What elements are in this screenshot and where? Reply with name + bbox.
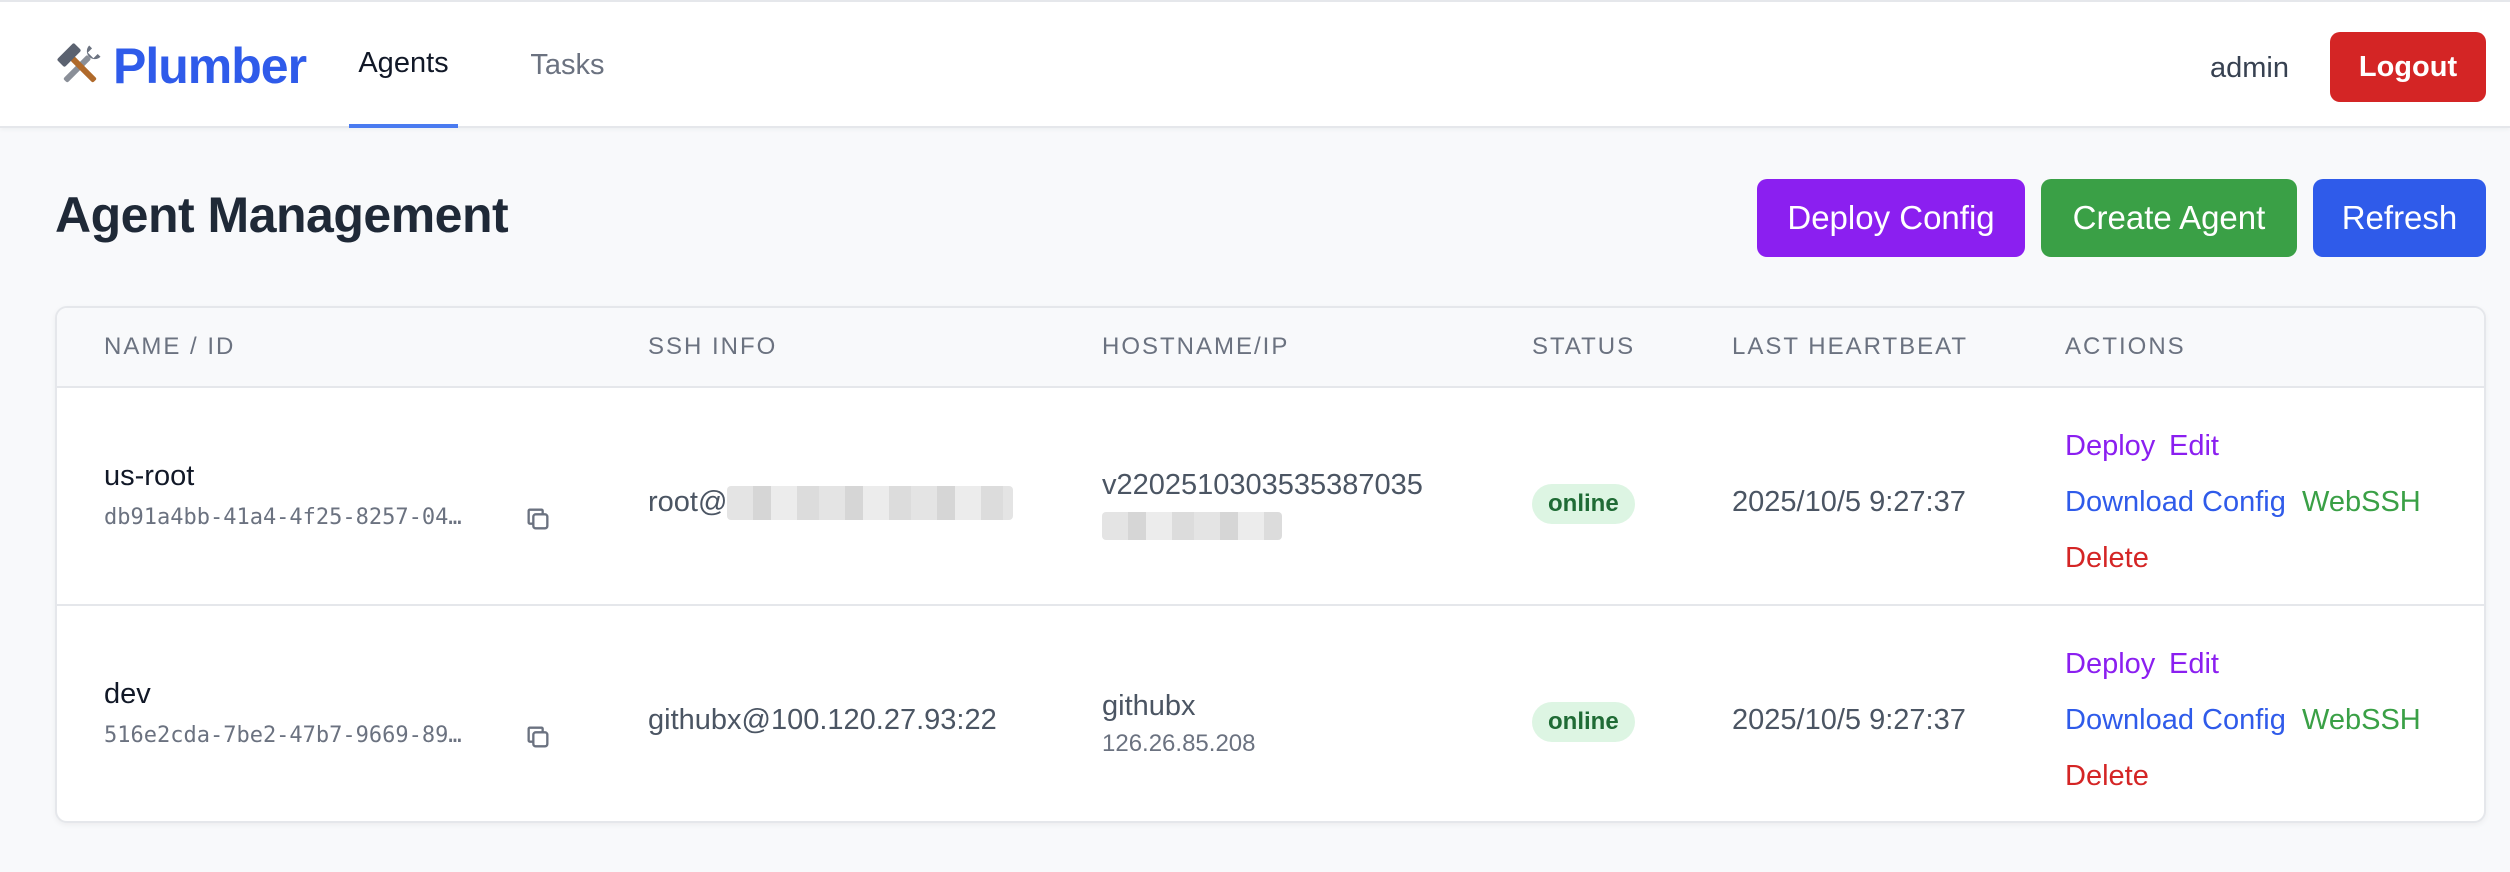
last-heartbeat: 2025/10/5 9:27:37 <box>1732 704 1966 736</box>
top-navbar: Plumber Agents Tasks admin Logout <box>0 0 2510 128</box>
redacted-host-mask <box>727 486 1014 521</box>
ssh-user: root@ <box>648 486 728 518</box>
username-label: admin <box>2210 52 2289 84</box>
ssh-info: githubx@100.120.27.93:22 <box>648 704 997 736</box>
download-config-link[interactable]: Download Config <box>2065 704 2286 737</box>
copy-icon[interactable] <box>524 505 552 533</box>
delete-link[interactable]: Delete <box>2065 542 2149 575</box>
column-header-hostname-ip: HOSTNAME/IP <box>1102 333 1290 360</box>
download-config-link[interactable]: Download Config <box>2065 486 2286 519</box>
redacted-ip-mask <box>1102 511 1282 540</box>
agent-id: 516e2cda-7be2-47b7-9669-89… <box>104 723 462 748</box>
create-agent-button[interactable]: Create Agent <box>2041 179 2297 257</box>
agent-name: us-root <box>104 460 195 492</box>
column-header-last-heartbeat: LAST HEARTBEAT <box>1732 333 1969 360</box>
page-title: Agent Management <box>55 187 509 243</box>
table-row: dev 516e2cda-7be2-47b7-9669-89… githubx@… <box>57 608 2484 821</box>
webssh-link[interactable]: WebSSH <box>2302 486 2421 519</box>
deploy-link[interactable]: Deploy <box>2065 648 2155 681</box>
column-header-status: STATUS <box>1532 333 1636 360</box>
hostname: githubx <box>1102 690 1196 722</box>
column-header-name-id: NAME / ID <box>104 333 236 360</box>
refresh-button[interactable]: Refresh <box>2313 179 2486 257</box>
status-badge: online <box>1532 702 1635 742</box>
column-header-actions: ACTIONS <box>2065 333 2186 360</box>
last-heartbeat: 2025/10/5 9:27:37 <box>1732 486 1966 518</box>
copy-icon[interactable] <box>524 723 552 751</box>
ip-address <box>1102 509 1282 540</box>
edit-link[interactable]: Edit <box>2169 648 2219 681</box>
status-badge: online <box>1532 484 1635 524</box>
agent-id: db91a4bb-41a4-4f25-8257-04… <box>104 505 462 530</box>
deploy-config-button[interactable]: Deploy Config <box>1757 179 2025 257</box>
ssh-info: root@ <box>648 486 1014 521</box>
ip-address: 126.26.85.208 <box>1102 730 1256 757</box>
tools-icon <box>57 43 101 83</box>
column-header-ssh-info: SSH INFO <box>648 333 778 360</box>
logout-button[interactable]: Logout <box>2330 32 2486 102</box>
delete-link[interactable]: Delete <box>2065 760 2149 793</box>
agents-table: NAME / ID SSH INFO HOSTNAME/IP STATUS LA… <box>55 306 2486 823</box>
hostname: v2202510303535387035 <box>1102 469 1423 501</box>
brand-name: Plumber <box>113 38 307 94</box>
webssh-link[interactable]: WebSSH <box>2302 704 2421 737</box>
edit-link[interactable]: Edit <box>2169 430 2219 463</box>
agent-name: dev <box>104 678 151 710</box>
brand-logo[interactable]: Plumber <box>55 36 307 96</box>
deploy-link[interactable]: Deploy <box>2065 430 2155 463</box>
tab-tasks[interactable]: Tasks <box>514 2 621 128</box>
table-header: NAME / ID SSH INFO HOSTNAME/IP STATUS LA… <box>57 308 2484 388</box>
tab-agents[interactable]: Agents <box>349 2 458 128</box>
table-row: us-root db91a4bb-41a4-4f25-8257-04… root… <box>57 388 2484 606</box>
